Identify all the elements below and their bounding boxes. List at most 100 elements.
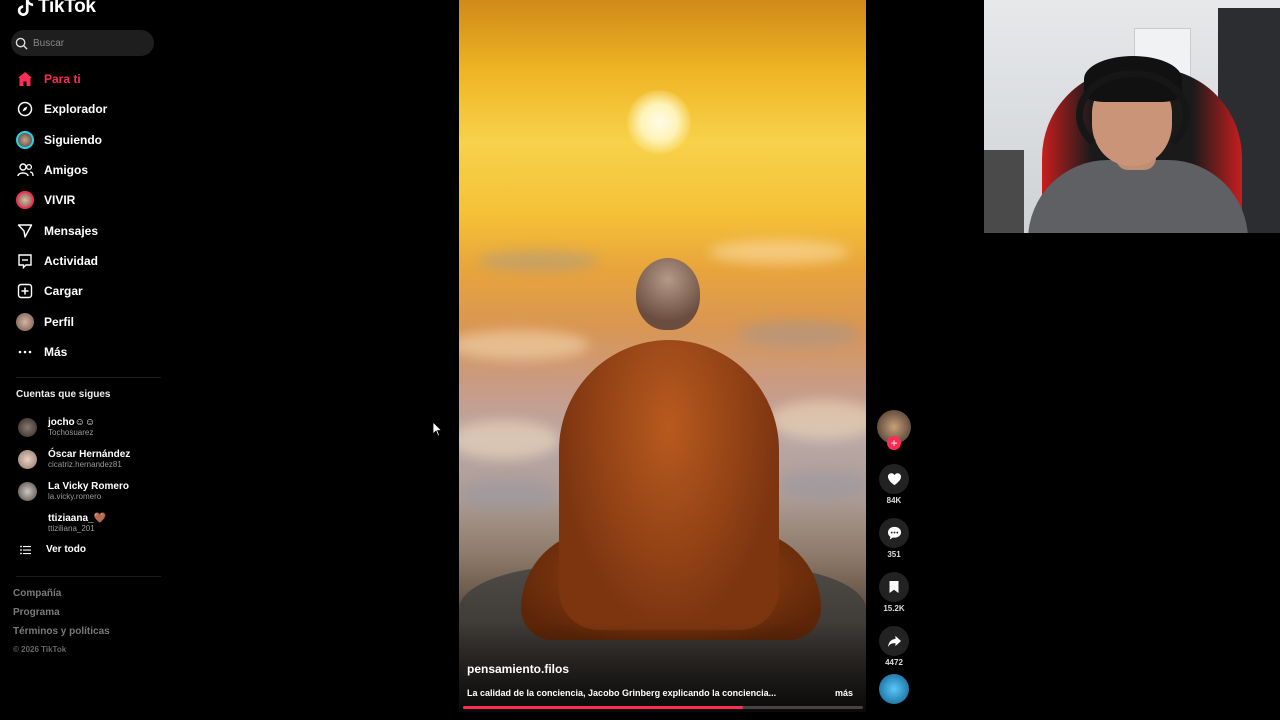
nav-label: Amigos bbox=[44, 163, 89, 178]
copyright: © 2026 TikTok bbox=[13, 645, 67, 654]
live-avatar-icon bbox=[16, 191, 34, 210]
send-icon bbox=[16, 222, 34, 240]
see-all-button[interactable]: Ver todo bbox=[20, 544, 86, 555]
nav-label: Explorador bbox=[44, 102, 108, 117]
video-caption: La calidad de la conciencia, Jacobo Grin… bbox=[467, 688, 777, 698]
save-count: 15.2K bbox=[883, 604, 905, 613]
video-cloud bbox=[779, 470, 866, 500]
account-name: jocho☺☺ bbox=[48, 416, 96, 428]
video-progress-fill bbox=[463, 706, 743, 709]
video-cloud bbox=[769, 400, 866, 440]
save-button[interactable] bbox=[879, 572, 909, 602]
nav-item-mas[interactable]: Más bbox=[0, 337, 165, 367]
music-disc-icon[interactable] bbox=[879, 674, 909, 704]
video-progress-bar[interactable] bbox=[463, 706, 863, 709]
tiktok-logo[interactable]: TikTok bbox=[16, 0, 96, 18]
nav-label: Más bbox=[44, 344, 68, 359]
nav-label: Cargar bbox=[44, 284, 83, 299]
heart-icon bbox=[887, 473, 901, 486]
upload-icon bbox=[16, 282, 34, 300]
nav-item-para-ti[interactable]: Para ti bbox=[0, 64, 165, 94]
avatar bbox=[18, 417, 37, 437]
video-cloud bbox=[459, 420, 559, 460]
nav-label: VIVIR bbox=[44, 193, 76, 208]
video-actions: + 84K 351 15.2K 4472 bbox=[876, 410, 912, 704]
nav-item-siguiendo[interactable]: Siguiendo bbox=[0, 125, 165, 155]
sidebar-divider bbox=[16, 377, 161, 378]
avatar bbox=[18, 513, 37, 533]
video-monk-robe bbox=[559, 340, 779, 630]
nav-item-vivir[interactable]: VIVIR bbox=[0, 185, 165, 215]
account-handle: Tochosuarez bbox=[48, 427, 94, 437]
search-bar[interactable] bbox=[11, 30, 154, 56]
video-cloud bbox=[459, 480, 559, 510]
search-input[interactable] bbox=[31, 36, 145, 50]
nav-label: Siguiendo bbox=[44, 132, 102, 147]
account-name: ttiziaana_🤎 bbox=[48, 512, 107, 524]
following-avatar-icon bbox=[16, 130, 34, 149]
nav-item-amigos[interactable]: Amigos bbox=[0, 155, 165, 185]
share-count: 4472 bbox=[885, 658, 903, 667]
streamer-webcam bbox=[984, 0, 1280, 233]
tiktok-logo-icon bbox=[17, 0, 34, 16]
video-cloud bbox=[709, 240, 849, 264]
nav-item-cargar[interactable]: Cargar bbox=[0, 276, 165, 306]
share-icon bbox=[887, 635, 901, 647]
creator-avatar[interactable]: + bbox=[877, 410, 911, 450]
comment-button[interactable] bbox=[879, 518, 909, 548]
account-handle: cicatriz.hernandez81 bbox=[48, 459, 122, 469]
following-account[interactable]: jocho☺☺ Tochosuarez bbox=[18, 411, 163, 443]
account-handle: ttiziliana_201 bbox=[48, 523, 95, 533]
video-cloud bbox=[479, 250, 599, 272]
like-count: 84K bbox=[886, 496, 902, 505]
following-account[interactable]: ttiziaana_🤎 ttiziliana_201 bbox=[18, 507, 163, 539]
like-button[interactable] bbox=[879, 464, 909, 494]
avatar bbox=[18, 481, 37, 501]
caption-more-button[interactable]: más bbox=[835, 688, 853, 698]
bookmark-icon bbox=[889, 581, 899, 593]
nav-item-perfil[interactable]: Perfil bbox=[0, 306, 165, 336]
profile-avatar-icon bbox=[16, 312, 34, 331]
mouse-cursor-icon bbox=[432, 421, 442, 437]
video-author[interactable]: pensamiento.filos bbox=[467, 662, 569, 676]
video-cloud bbox=[459, 330, 589, 360]
video-cloud bbox=[739, 320, 859, 348]
nav-item-actividad[interactable]: Actividad bbox=[0, 246, 165, 276]
search-icon bbox=[15, 37, 28, 50]
comment-icon bbox=[887, 526, 901, 540]
activity-icon bbox=[16, 252, 34, 270]
share-button[interactable] bbox=[879, 626, 909, 656]
following-list: jocho☺☺ Tochosuarez Óscar Hernández cicatr… bbox=[18, 411, 163, 539]
following-section-title: Cuentas que sigues bbox=[16, 389, 111, 400]
following-account[interactable]: Óscar Hernández cicatriz.hernandez81 bbox=[18, 443, 163, 475]
nav-label: Mensajes bbox=[44, 223, 99, 238]
following-account[interactable]: La Vicky Romero la.vicky.romero bbox=[18, 475, 163, 507]
see-all-label: Ver todo bbox=[46, 544, 87, 555]
nav-item-mensajes[interactable]: Mensajes bbox=[0, 215, 165, 245]
video-sun bbox=[627, 90, 691, 154]
nav-item-explorador[interactable]: Explorador bbox=[0, 94, 165, 124]
nav-label: Para ti bbox=[44, 72, 81, 87]
list-icon bbox=[20, 545, 31, 554]
footer-link-company[interactable]: Compañía bbox=[13, 588, 110, 607]
more-icon bbox=[16, 343, 34, 361]
main-nav: Para ti Explorador Siguiendo Amigos VIVI… bbox=[0, 64, 165, 367]
avatar bbox=[18, 449, 37, 469]
sidebar-footer: Compañía Programa Términos y políticas ©… bbox=[13, 588, 110, 659]
footer-link-program[interactable]: Programa bbox=[13, 607, 110, 626]
nav-label: Perfil bbox=[44, 314, 75, 329]
video-player[interactable]: pensamiento.filos La calidad de la conci… bbox=[459, 0, 866, 712]
footer-link-terms[interactable]: Términos y políticas bbox=[13, 626, 110, 645]
webcam-shelf bbox=[984, 150, 1024, 233]
headset-icon bbox=[1076, 70, 1190, 160]
comment-count: 351 bbox=[887, 550, 901, 559]
brand-name: TikTok bbox=[38, 0, 96, 17]
sidebar-divider bbox=[16, 576, 161, 577]
friends-icon bbox=[16, 161, 34, 179]
account-handle: la.vicky.romero bbox=[48, 491, 102, 501]
follow-plus-icon[interactable]: + bbox=[887, 436, 901, 450]
video-monk-head bbox=[636, 258, 700, 330]
account-name: La Vicky Romero bbox=[48, 480, 129, 492]
account-name: Óscar Hernández bbox=[48, 448, 131, 460]
home-icon bbox=[16, 70, 34, 88]
